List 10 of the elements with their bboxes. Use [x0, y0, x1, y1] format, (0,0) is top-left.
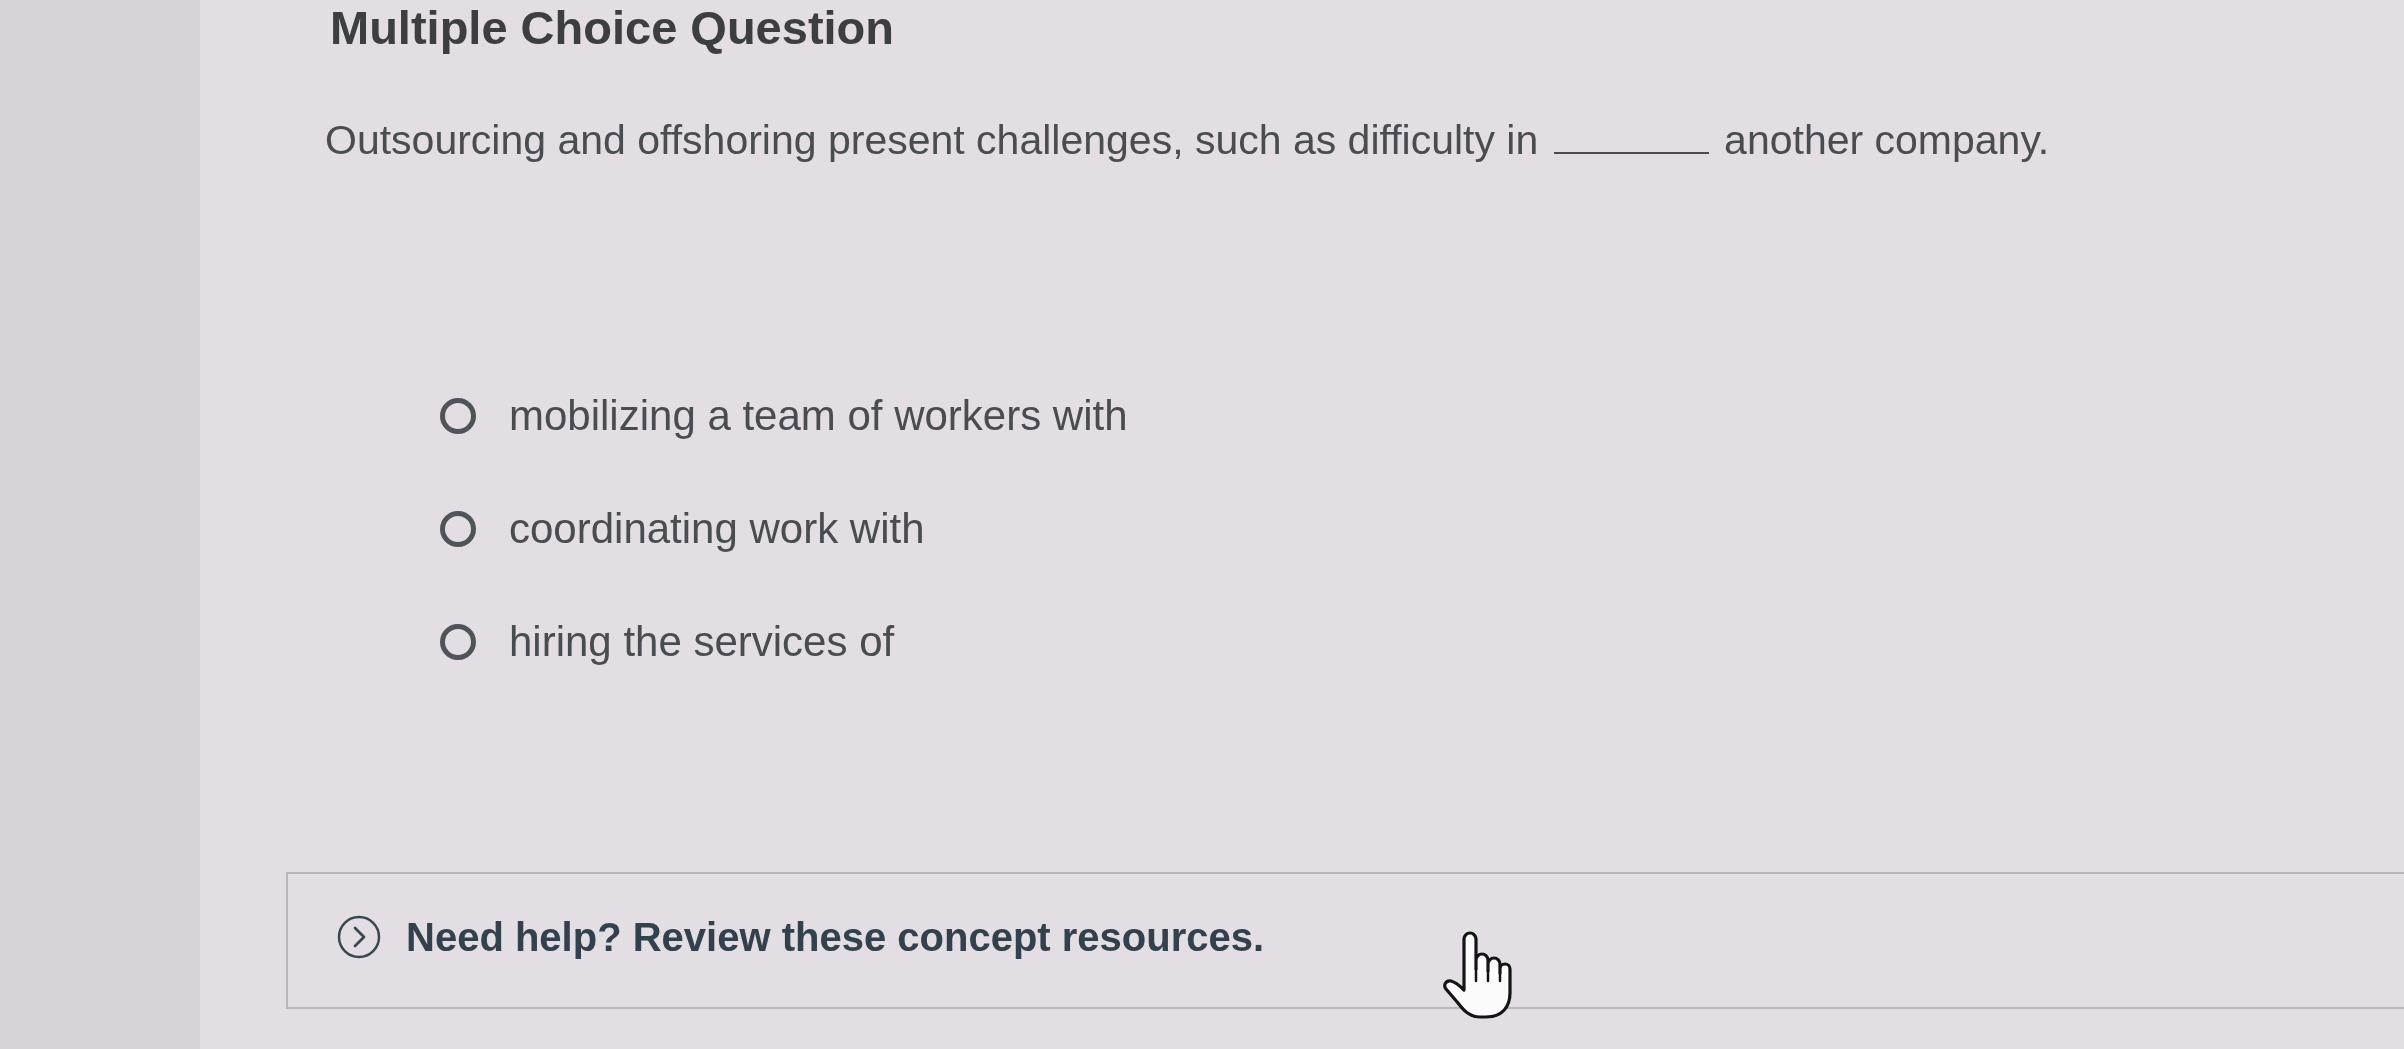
question-type-title: Multiple Choice Question	[330, 0, 896, 56]
radio-button[interactable]	[440, 398, 476, 434]
help-resources-toggle[interactable]: Need help? Review these concept resources.	[337, 913, 1265, 961]
option-label[interactable]: mobilizing a team of workers with	[509, 392, 1128, 440]
radio-button[interactable]	[440, 624, 476, 660]
option-label[interactable]: coordinating work with	[509, 505, 925, 553]
question-text: Outsourcing and offshoring present challenges, such as difficulty in another company.	[325, 116, 2051, 164]
radio-button[interactable]	[440, 511, 476, 547]
option-label[interactable]: hiring the services of	[509, 618, 895, 666]
hand-cursor-icon	[1442, 929, 1514, 1021]
